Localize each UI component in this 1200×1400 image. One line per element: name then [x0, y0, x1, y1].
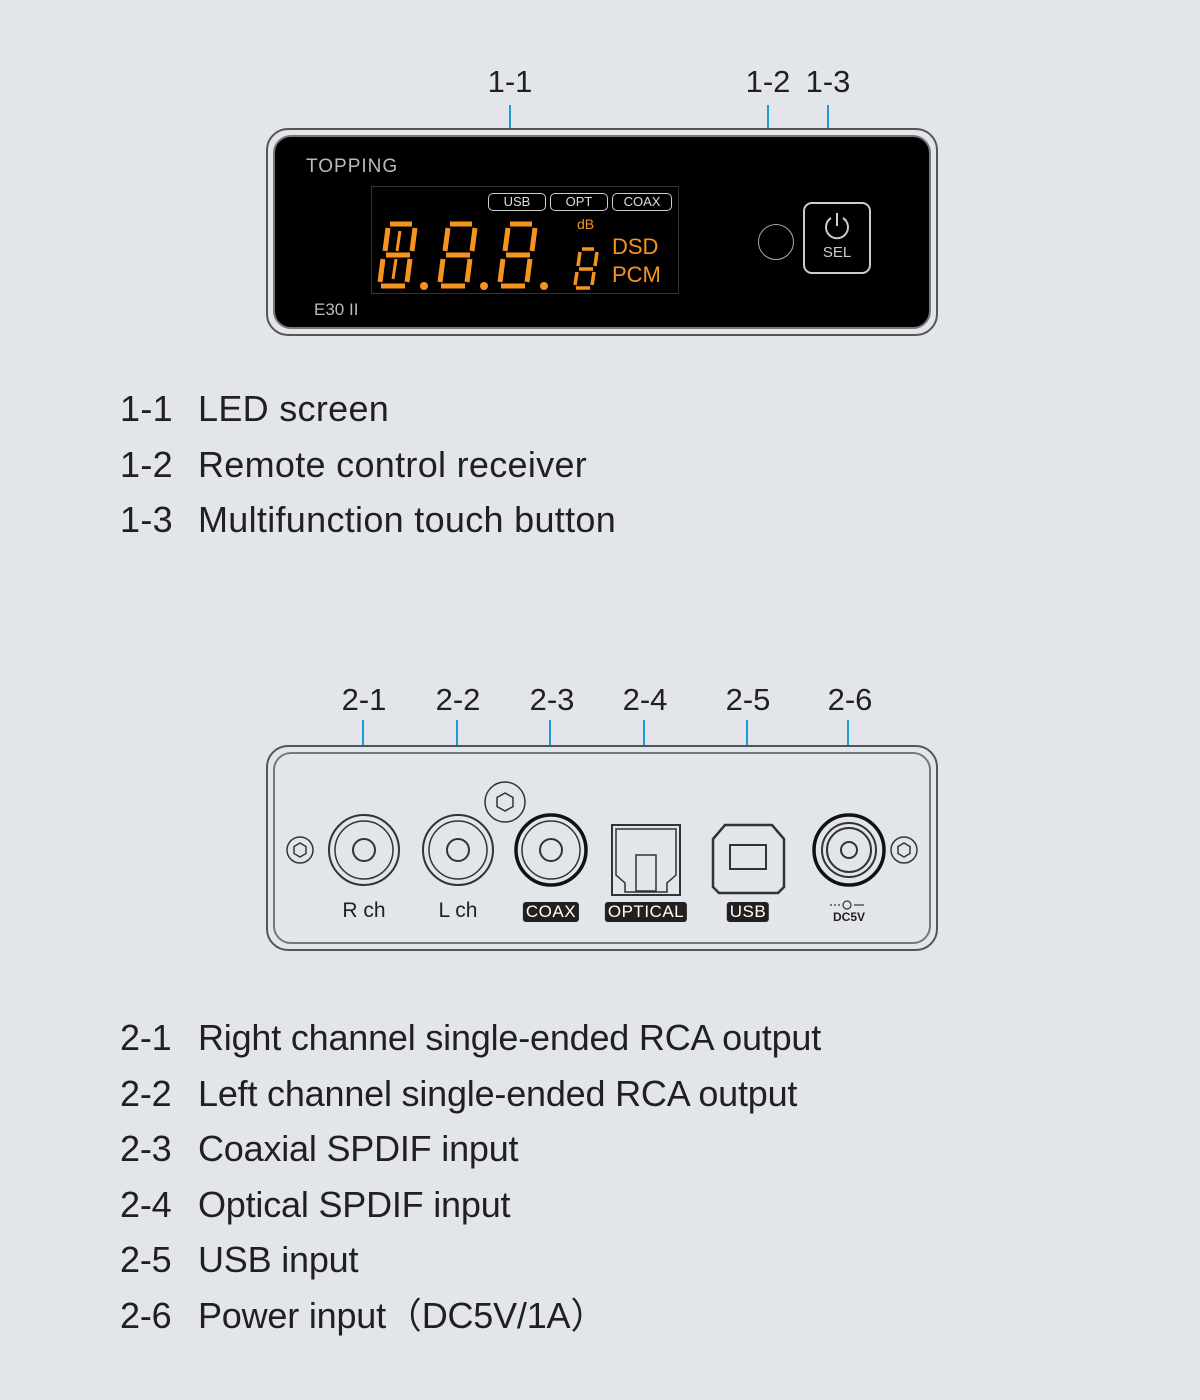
legend-item: 2-4 Optical SPDIF input	[120, 1183, 511, 1225]
optical-label: OPTICAL	[604, 902, 688, 922]
led-digit-small	[573, 247, 599, 290]
screw-top-icon	[484, 781, 526, 823]
multifunction-touch-button[interactable]: SEL	[803, 202, 871, 274]
led-digit-3	[497, 221, 538, 289]
front-panel-face: TOPPING E30 II USB OPT COAX dB DSD PCM S…	[278, 140, 926, 324]
usb-b-input	[711, 823, 786, 895]
dc-power-input	[812, 813, 886, 887]
led-screen: USB OPT COAX dB DSD PCM	[371, 186, 679, 294]
callout-2-6: 2-6	[827, 682, 873, 717]
callout-2-4: 2-4	[622, 682, 668, 717]
dc-polarity-icon	[830, 900, 864, 910]
legend-item: 2-5 USB input	[120, 1239, 359, 1280]
usb-label: USB	[726, 902, 770, 922]
remote-control-receiver	[758, 224, 794, 260]
legend-item: 2-3 Coaxial SPDIF input	[120, 1128, 519, 1169]
pcm-indicator: PCM	[612, 262, 661, 287]
led-digit-1	[377, 221, 418, 289]
front-panel: TOPPING E30 II USB OPT COAX dB DSD PCM S…	[266, 128, 938, 336]
rear-panel: R ch L ch COAX OPTICAL USB DC5V	[266, 745, 938, 951]
db-unit: dB	[577, 216, 595, 232]
legend-item: 1-2 Remote control receiver	[120, 443, 588, 485]
callout-1-3: 1-3	[805, 64, 851, 99]
power-icon	[825, 213, 849, 240]
led-decimal-2	[480, 282, 488, 290]
led-digit-2	[437, 221, 478, 289]
coax-label: COAX	[522, 902, 580, 922]
model-label: E30 II	[314, 300, 359, 319]
legend-item: 2-1 Right channel single-ended RCA output	[120, 1017, 822, 1058]
callout-2-2: 2-2	[435, 682, 481, 717]
callout-2-5: 2-5	[725, 682, 771, 717]
callout-2-3: 2-3	[529, 682, 575, 717]
dc5v-label: DC5V	[832, 910, 866, 924]
screw-left-icon	[286, 836, 314, 864]
dsd-indicator: DSD	[612, 234, 659, 259]
rca-right-output	[328, 814, 400, 886]
led-decimal-3	[540, 282, 548, 290]
brand-logo: TOPPING	[306, 156, 399, 177]
optical-input	[611, 824, 681, 896]
lch-label: L ch	[438, 899, 478, 922]
front-legend: 1-1 LED screen 1-2 Remote control receiver…	[120, 381, 616, 548]
callout-1-1: 1-1	[487, 64, 533, 99]
screw-right-icon	[890, 836, 918, 864]
coaxial-input	[514, 813, 588, 887]
rear-legend: 2-1 Right channel single-ended RCA output…	[120, 1010, 821, 1343]
rca-left-output	[422, 814, 494, 886]
legend-item: 2-6 Power input（DC5V/1A）	[120, 1294, 607, 1336]
callout-2-1: 2-1	[341, 682, 387, 717]
legend-item: 1-1 LED screen	[120, 388, 390, 429]
legend-item: 1-3 Multifunction touch button	[120, 499, 617, 540]
legend-item: 2-2 Left channel single-ended RCA output	[120, 1072, 798, 1114]
sel-label: SEL	[822, 244, 852, 261]
led-decimal-1	[420, 282, 428, 290]
rch-label: R ch	[342, 899, 386, 922]
